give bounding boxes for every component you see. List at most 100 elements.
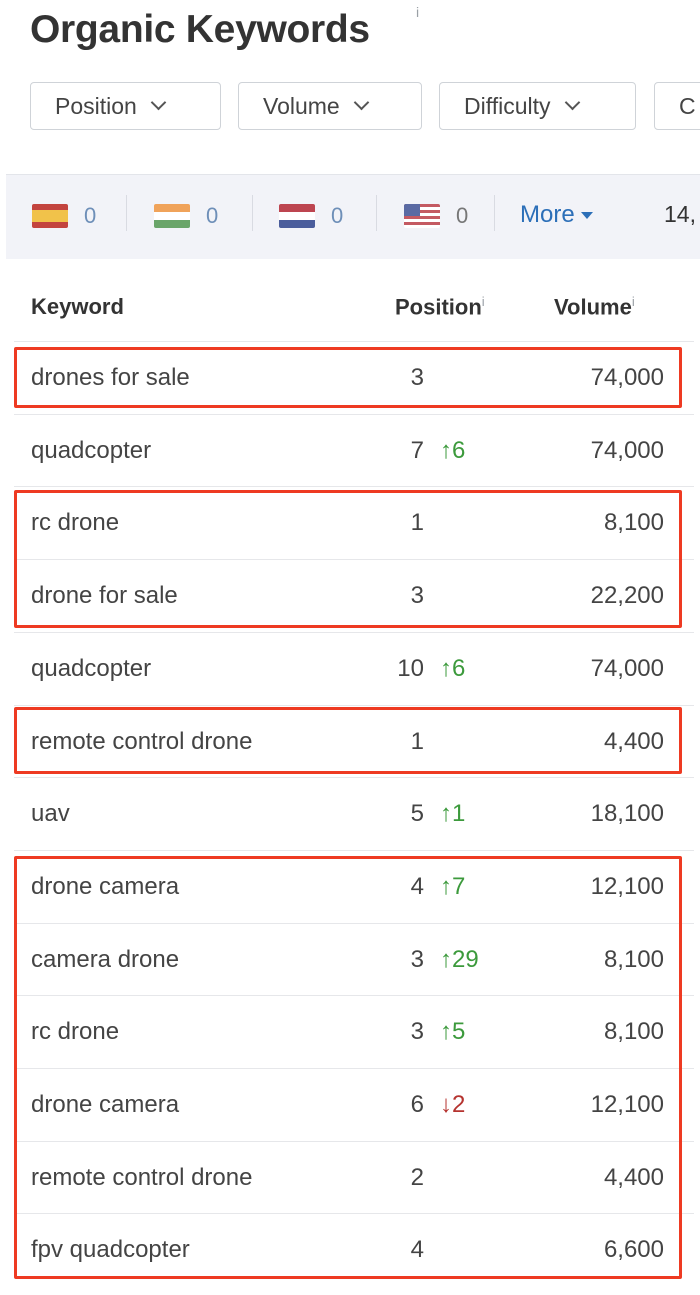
info-icon[interactable]: i [416, 4, 419, 20]
position-cell: 5 [410, 800, 424, 828]
filter-label: Position [55, 92, 137, 119]
table-row[interactable]: rc drone 3 ↑5 8,100 [14, 995, 694, 1068]
position-column-header[interactable]: Positioni [395, 294, 485, 320]
table-row[interactable]: drones for sale 3 74,000 [14, 341, 694, 414]
netherlands-flag-icon [279, 204, 315, 228]
volume-cell: 74,000 [590, 364, 664, 391]
table-row[interactable]: camera drone 3 ↑29 8,100 [14, 922, 694, 996]
country-in[interactable]: 0 [154, 203, 218, 229]
position-change-up: ↑6 [440, 654, 466, 682]
keyword-cell[interactable]: quadcopter [31, 437, 151, 465]
volume-cell: 22,200 [590, 582, 664, 610]
india-flag-icon [154, 204, 190, 228]
position-cell: 3 [410, 1018, 424, 1046]
volume-cell: 18,100 [590, 800, 664, 828]
table-row[interactable]: rc drone 1 8,100 [14, 486, 694, 559]
info-icon: i [631, 294, 635, 309]
position-cell: 3 [410, 364, 424, 391]
volume-cell: 8,100 [603, 945, 664, 973]
other-countries-count: 14, [664, 201, 696, 227]
table-header: Keyword Positioni Volumei [0, 270, 700, 342]
position-cell: 7 [410, 436, 424, 464]
keyword-cell[interactable]: drone camera [31, 873, 179, 901]
position-change-up: ↑1 [440, 800, 466, 828]
table-row[interactable]: remote control drone 1 4,400 [14, 704, 694, 778]
table-row[interactable]: remote control drone 2 4,400 [14, 1140, 694, 1214]
position-cell: 4 [410, 1236, 424, 1264]
table-row[interactable]: drone camera 4 ↑7 12,100 [14, 849, 694, 923]
country-nl[interactable]: 0 [279, 203, 343, 229]
divider [252, 195, 253, 231]
country-bar: 0 0 0 0 More 14, [6, 174, 700, 259]
divider [376, 195, 377, 231]
keyword-cell[interactable]: uav [31, 800, 70, 828]
volume-cell: 8,100 [603, 1018, 664, 1046]
country-count: 0 [331, 203, 344, 228]
keyword-column-header[interactable]: Keyword [31, 294, 124, 320]
position-cell: 3 [410, 582, 424, 610]
position-change-down: ↓2 [440, 1091, 466, 1118]
position-cell: 2 [410, 1163, 424, 1191]
position-change-up: ↑5 [440, 1018, 466, 1046]
country-count: 0 [206, 203, 219, 228]
chevron-down-icon [564, 94, 580, 110]
keyword-cell[interactable]: quadcopter [31, 655, 151, 683]
info-icon: i [481, 294, 485, 309]
keyword-cell[interactable]: remote control drone [31, 728, 252, 756]
keyword-cell[interactable]: drones for sale [31, 364, 190, 392]
volume-cell: 4,400 [603, 1163, 664, 1191]
position-cell: 1 [410, 727, 424, 755]
volume-cell: 12,100 [590, 872, 664, 900]
divider [126, 195, 127, 231]
position-cell: 4 [410, 872, 424, 900]
position-cell: 10 [397, 654, 424, 682]
table-row[interactable]: fpv quadcopter 4 6,600 [14, 1213, 694, 1286]
divider [494, 195, 495, 231]
filter-label: Difficulty [464, 92, 551, 119]
table-row[interactable]: uav 5 ↑1 18,100 [14, 777, 694, 850]
spain-flag-icon [32, 204, 68, 228]
keyword-cell[interactable]: rc drone [31, 1018, 119, 1046]
country-count: 0 [456, 203, 469, 228]
table-row[interactable]: drone for sale 3 22,200 [14, 559, 694, 632]
volume-cell: 74,000 [590, 654, 664, 682]
keyword-cell[interactable]: fpv quadcopter [31, 1236, 190, 1264]
filter-label: Volume [263, 92, 340, 119]
keyword-cell[interactable]: drone for sale [31, 582, 178, 610]
chevron-down-icon [353, 94, 369, 110]
volume-column-header[interactable]: Volumei [554, 294, 635, 320]
filter-label: C [679, 92, 696, 119]
keyword-cell[interactable]: camera drone [31, 946, 179, 974]
volume-cell: 6,600 [603, 1236, 664, 1264]
caret-down-icon [580, 211, 593, 219]
volume-cell: 8,100 [603, 509, 664, 537]
cpc-filter-dropdown[interactable]: C [654, 82, 700, 130]
more-label: More [520, 201, 575, 228]
position-filter-dropdown[interactable]: Position [30, 82, 221, 130]
country-us[interactable]: 0 [404, 203, 468, 229]
table-row[interactable]: quadcopter 10 ↑6 74,000 [14, 631, 694, 705]
position-change-up: ↑6 [440, 436, 466, 464]
filter-bar: Position Volume Difficulty C [0, 82, 700, 134]
volume-cell: 74,000 [590, 436, 664, 464]
keyword-cell[interactable]: rc drone [31, 509, 119, 537]
position-change-up: ↑7 [440, 872, 466, 900]
volume-cell: 4,400 [603, 727, 664, 755]
country-count: 0 [84, 203, 97, 228]
volume-filter-dropdown[interactable]: Volume [238, 82, 422, 130]
page-title: Organic Keywords [30, 8, 370, 51]
position-cell: 3 [410, 945, 424, 973]
more-countries-button[interactable]: More [520, 201, 593, 229]
position-change-up: ↑29 [440, 945, 479, 973]
usa-flag-icon [404, 204, 440, 228]
difficulty-filter-dropdown[interactable]: Difficulty [439, 82, 636, 130]
table-row[interactable]: drone camera 6 ↓2 12,100 [14, 1068, 694, 1141]
country-es[interactable]: 0 [32, 203, 96, 229]
volume-cell: 12,100 [590, 1091, 664, 1118]
keyword-cell[interactable]: remote control drone [31, 1164, 252, 1192]
table-row[interactable]: quadcopter 7 ↑6 74,000 [14, 413, 694, 487]
position-cell: 1 [410, 509, 424, 537]
keyword-cell[interactable]: drone camera [31, 1091, 179, 1119]
position-cell: 6 [410, 1091, 424, 1118]
chevron-down-icon [150, 94, 167, 110]
